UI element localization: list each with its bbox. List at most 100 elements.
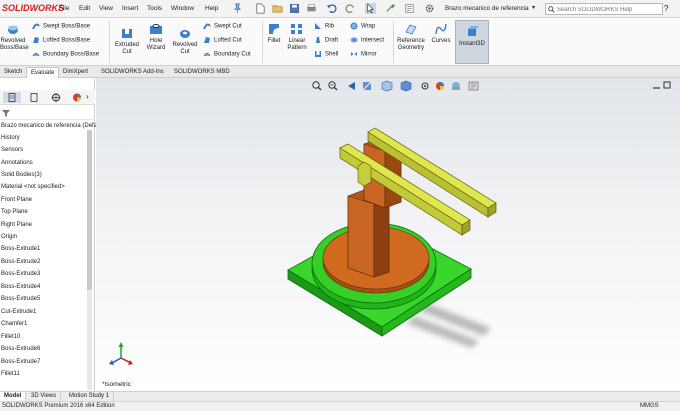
swept-cut-label: Swept Cut [214,23,242,30]
print-icon[interactable] [306,3,317,14]
tree-item-root[interactable]: Brazo mecanico de referencia (Default [1,123,103,129]
hole-wizard-button[interactable]: Hole Wizard [142,22,170,51]
menu-file[interactable]: File [59,5,69,12]
search-icon [548,6,555,13]
chevron-right-icon[interactable]: › [86,92,89,101]
tree-item-sensors[interactable]: Sensors [1,147,23,153]
lofted-cut-button[interactable]: Lofted Cut [203,36,242,44]
open-folder-icon[interactable] [272,3,283,14]
dropdown-caret-icon[interactable]: ▾ [532,4,535,11]
search-input[interactable] [557,5,661,14]
curves-icon [435,23,447,35]
menu-window[interactable]: Window [171,5,194,12]
tree-item-fillet11[interactable]: Fillet11 [1,371,20,377]
reference-geometry-button[interactable]: Reference Geometry [395,22,427,51]
revolved-cut-button[interactable]: Revolved Cut [170,26,200,55]
menu-help[interactable]: Help [205,5,218,12]
boundary-cut-icon [203,53,211,57]
search-box[interactable] [545,3,663,15]
rebuild-icon[interactable] [385,3,396,14]
shell-button[interactable]: Shell [314,50,338,58]
tree-item-front-plane[interactable]: Front Plane [1,197,32,203]
boundary-cut-label: Boundary Cut [214,51,251,58]
filter-icon[interactable] [2,109,10,117]
undo-icon[interactable] [326,3,337,14]
display-manager-icon[interactable] [68,92,86,103]
swept-boss-button[interactable]: Swept Boss/Base [32,22,90,30]
boundary-boss-button[interactable]: Boundary Boss/Base [32,50,99,58]
tree-item-boss-extrude3[interactable]: Boss-Extrude3 [1,271,40,277]
configuration-manager-icon[interactable] [47,92,65,103]
fillet-button[interactable]: Fillet [264,22,284,45]
tree-item-boss-extrude7[interactable]: Boss-Extrude7 [1,359,40,365]
save-icon[interactable] [289,3,300,14]
tree-item-boss-extrude5[interactable]: Boss-Extrude5 [1,296,40,302]
tree-item-boss-extrude4[interactable]: Boss-Extrude4 [1,284,40,290]
tree-item-boss-extrude1[interactable]: Boss-Extrude1 [1,246,40,252]
ribbon-separator [262,21,263,63]
draft-icon [316,37,320,43]
robot-arm-model[interactable] [96,78,680,391]
property-manager-icon[interactable] [25,92,43,103]
tree-item-solid-bodies[interactable]: Solid Bodies(3) [1,172,42,178]
lofted-cut-icon [204,37,210,43]
intersect-icon [350,37,358,43]
status-units[interactable]: MMGS [640,403,659,409]
tree-item-right-plane[interactable]: Right Plane [1,222,32,228]
new-document-icon[interactable] [255,3,266,14]
tab-solidworks-mbd[interactable]: SOLIDWORKS MBD [170,67,234,78]
lofted-boss-button[interactable]: Lofted Boss/Base [32,36,90,44]
pin-icon[interactable] [232,3,243,14]
curves-button[interactable]: Curves [428,22,454,45]
wrap-button[interactable]: Wrap [350,22,375,30]
wrap-icon [350,22,358,30]
menu-tools[interactable]: Tools [147,5,162,12]
linear-pattern-label: Linear Pattern [287,38,307,51]
tree-item-fillet10[interactable]: Fillet10 [1,334,20,340]
linear-pattern-button[interactable]: Linear Pattern [284,22,310,51]
help-button[interactable]: ? [664,4,668,13]
revolved-boss-button[interactable]: Revolved Boss/Base [0,22,29,51]
scrollbar-thumb[interactable] [87,130,92,290]
options-gear-icon[interactable] [424,3,435,14]
tree-item-annotations[interactable]: Annotations [1,160,33,166]
instant3d-button[interactable]: Instant3D [455,20,489,64]
feature-tree-icon[interactable] [3,92,21,103]
lofted-cut-label: Lofted Cut [214,37,242,44]
model-tabs: Model 3D Views Motion Study 1 [0,391,680,402]
revolved-boss-icon [8,25,18,34]
tree-item-material[interactable]: Material <not specified> [1,184,65,190]
tree-item-boss-extrude6[interactable]: Boss-Extrude6 [1,346,40,352]
menu-view[interactable]: View [99,5,113,12]
intersect-button[interactable]: Intersect [350,36,384,44]
boundary-cut-button[interactable]: Boundary Cut [203,50,251,58]
curves-label: Curves [431,38,451,44]
redo-icon[interactable] [345,3,356,14]
tree-item-top-plane[interactable]: Top Plane [1,209,28,215]
draft-button[interactable]: Draft [314,36,338,44]
graphics-area[interactable]: *Isometric [96,78,680,391]
rib-button[interactable]: Rib [314,22,334,30]
mirror-button[interactable]: Mirror [350,50,377,58]
feature-tree-scrollbar[interactable] [87,130,92,390]
select-arrow-icon[interactable] [365,3,376,14]
menu-edit[interactable]: Edit [79,5,90,12]
menu-insert[interactable]: Insert [122,5,138,12]
tree-item-boss-extrude2[interactable]: Boss-Extrude2 [1,259,40,265]
swept-cut-button[interactable]: Swept Cut [203,22,242,30]
tab-evaluate[interactable]: Evaluate [26,67,60,78]
tree-item-chamfer1[interactable]: Chamfer1 [1,321,27,327]
tab-solidworks-add-ins[interactable]: SOLIDWORKS Add-Ins [97,67,168,78]
tree-item-origin[interactable]: Origin [1,234,17,240]
reference-geometry-icon [405,24,417,35]
file-properties-icon[interactable] [404,3,415,14]
mirror-label: Mirror [361,51,377,58]
ribbon-separator [109,21,110,63]
extruded-cut-button[interactable]: Extruded Cut [112,26,142,55]
tab-dimxpert[interactable]: DimXpert [59,67,92,78]
tree-item-history[interactable]: History [1,135,20,141]
tab-sketch[interactable]: Sketch [0,67,26,78]
tree-item-cut-extrude1[interactable]: Cut-Extrude1 [1,309,36,315]
mirror-icon [351,52,357,56]
reference-geometry-label: Reference Geometry [397,38,425,51]
